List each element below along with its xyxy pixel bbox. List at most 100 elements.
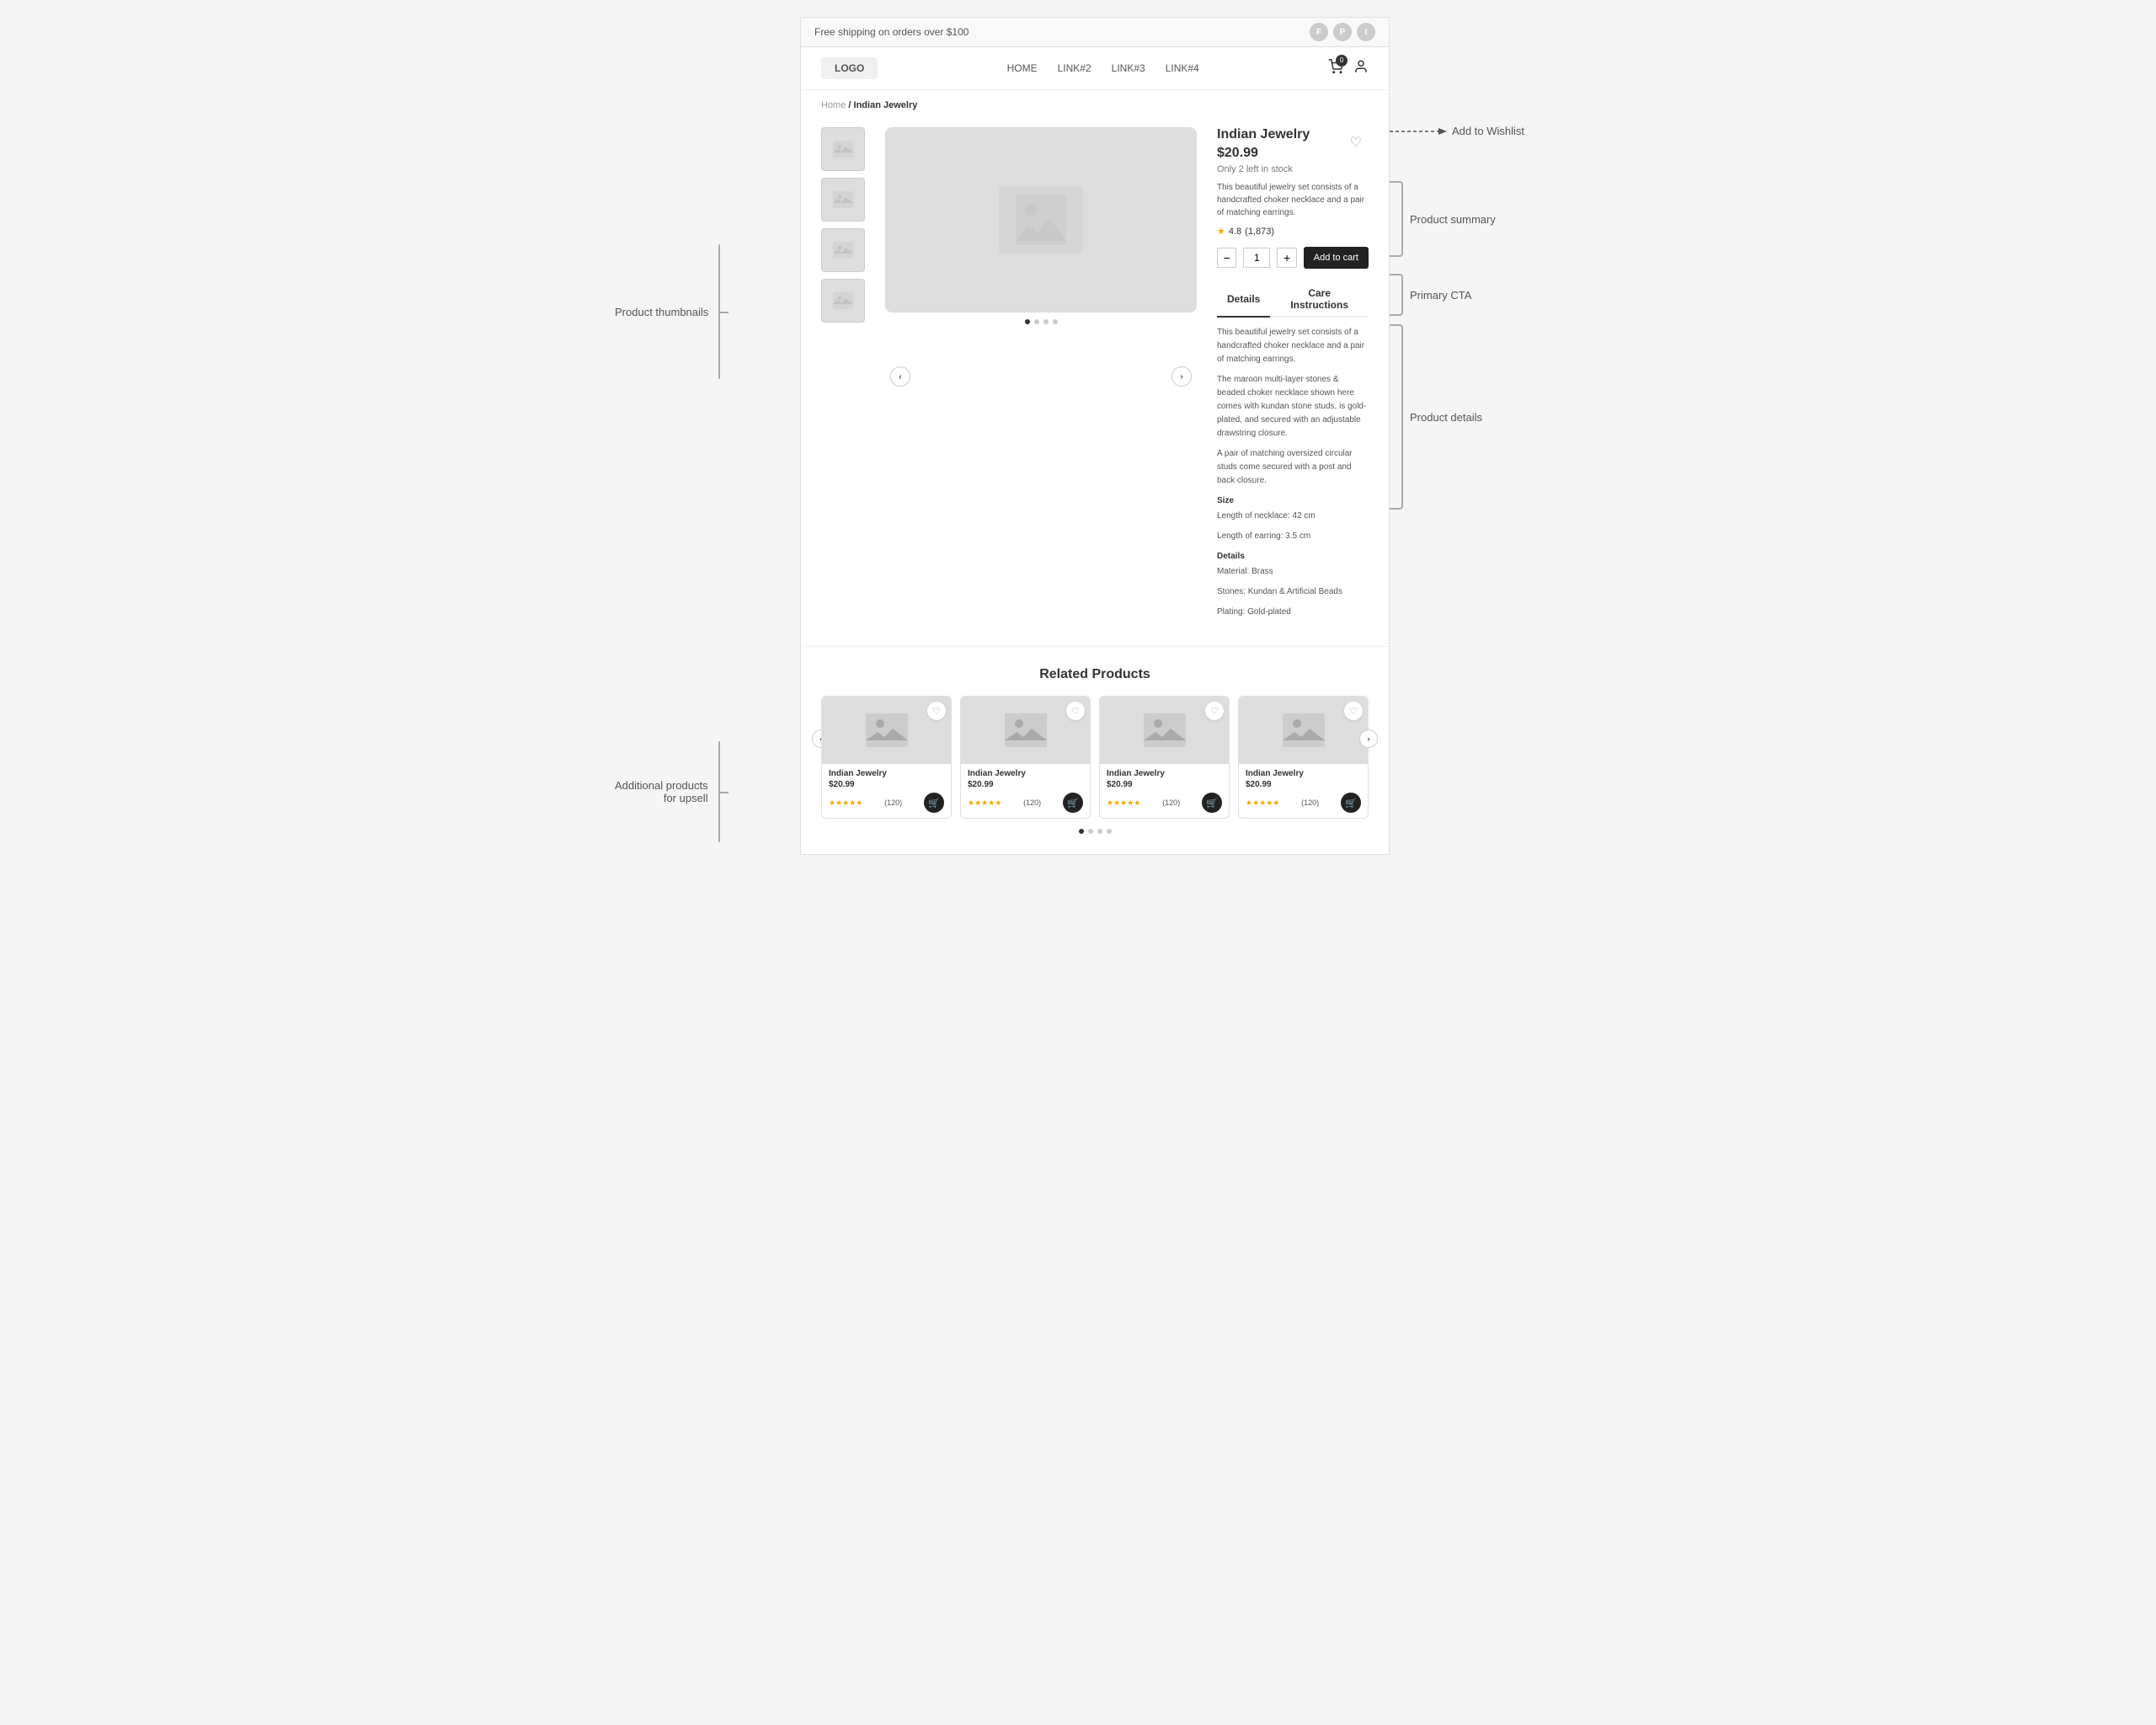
related-dots bbox=[821, 829, 1369, 834]
quantity-decrease-button[interactable]: − bbox=[1217, 248, 1236, 268]
breadcrumb: Home / Indian Jewelry bbox=[801, 90, 1389, 120]
card-name-4: Indian Jewelry bbox=[1246, 769, 1361, 778]
card-body-4: Indian Jewelry $20.99 ★★★★★ (120) 🛒 bbox=[1239, 764, 1368, 818]
card-wishlist-3[interactable]: ♡ bbox=[1205, 702, 1224, 720]
product-tabs-section: Details Care Instructions This beautiful… bbox=[1217, 282, 1369, 619]
size-label: Size bbox=[1217, 494, 1369, 508]
thumbnail-3[interactable] bbox=[821, 228, 865, 272]
add-to-cart-button[interactable]: Add to cart bbox=[1304, 247, 1369, 269]
store: Free shipping on orders over $100 F P I … bbox=[800, 17, 1390, 855]
card-name-2: Indian Jewelry bbox=[968, 769, 1083, 778]
related-dot-1[interactable] bbox=[1079, 829, 1084, 834]
product-details-label: Product details bbox=[1410, 411, 1482, 424]
breadcrumb-home[interactable]: Home bbox=[821, 100, 846, 110]
related-dot-4[interactable] bbox=[1107, 829, 1112, 834]
nav-link-4[interactable]: LINK#4 bbox=[1166, 62, 1199, 74]
related-next-button[interactable]: › bbox=[1359, 729, 1378, 748]
card-name-3: Indian Jewelry bbox=[1107, 769, 1222, 778]
card-rating-1: ★★★★★ (120) 🛒 bbox=[829, 793, 944, 813]
nav-item-link2[interactable]: LINK#2 bbox=[1058, 61, 1091, 76]
stones: Stones: Kundan & Artificial Beads bbox=[1217, 585, 1369, 599]
related-product-card-3: ♡ Indian Jewelry $20.99 ★★★★★ (120) 🛒 bbox=[1099, 696, 1230, 819]
related-product-card-4: ♡ Indian Jewelry $20.99 ★★★★★ (120) 🛒 bbox=[1238, 696, 1369, 819]
wishlist-annotation-wrap: Add to Wishlist bbox=[1390, 125, 1524, 137]
product-summary-annotation: Product summary bbox=[1390, 181, 1496, 257]
nav-link-2[interactable]: LINK#2 bbox=[1058, 62, 1091, 74]
left-annotations: Product thumbnails Additional productsfo… bbox=[615, 17, 800, 1708]
earring-length: Length of earring: 3.5 cm bbox=[1217, 530, 1369, 543]
card-name-1: Indian Jewelry bbox=[829, 769, 944, 778]
cta-brace bbox=[1390, 274, 1403, 316]
dot-2[interactable] bbox=[1034, 319, 1039, 324]
breadcrumb-separator: / bbox=[848, 100, 851, 110]
tab-details[interactable]: Details bbox=[1217, 282, 1270, 318]
card-cart-button-4[interactable]: 🛒 bbox=[1341, 793, 1361, 813]
card-count-1: (120) bbox=[884, 798, 902, 807]
dot-3[interactable] bbox=[1043, 319, 1049, 324]
nav-item-home[interactable]: HOME bbox=[1007, 61, 1038, 76]
quantity-increase-button[interactable]: + bbox=[1277, 248, 1296, 268]
dot-4[interactable] bbox=[1053, 319, 1058, 324]
nav-links: HOME LINK#2 LINK#3 LINK#4 bbox=[1007, 61, 1199, 76]
image-prev-button[interactable]: ‹ bbox=[890, 366, 910, 387]
card-count-4: (120) bbox=[1301, 798, 1319, 807]
card-cart-button-3[interactable]: 🛒 bbox=[1202, 793, 1222, 813]
thumbnail-4[interactable] bbox=[821, 279, 865, 323]
dot-1[interactable] bbox=[1025, 319, 1030, 324]
card-cart-button-1[interactable]: 🛒 bbox=[924, 793, 944, 813]
facebook-icon[interactable]: F bbox=[1310, 23, 1328, 41]
instagram-icon[interactable]: I bbox=[1357, 23, 1375, 41]
pinterest-icon[interactable]: P bbox=[1333, 23, 1352, 41]
card-body-2: Indian Jewelry $20.99 ★★★★★ (120) 🛒 bbox=[961, 764, 1090, 818]
product-thumbnails bbox=[821, 127, 865, 626]
necklace-length: Length of necklace: 42 cm bbox=[1217, 510, 1369, 523]
related-dot-3[interactable] bbox=[1097, 829, 1102, 834]
nav-item-link4[interactable]: LINK#4 bbox=[1166, 61, 1199, 76]
card-wishlist-1[interactable]: ♡ bbox=[927, 702, 946, 720]
product-summary-label: Product summary bbox=[1410, 213, 1496, 226]
wishlist-annotation-text: Add to Wishlist bbox=[1452, 125, 1524, 137]
upsell-annotation: Additional productsfor upsell bbox=[615, 741, 720, 842]
top-banner: Free shipping on orders over $100 F P I bbox=[801, 18, 1389, 47]
card-rating-4: ★★★★★ (120) 🛒 bbox=[1246, 793, 1361, 813]
main-image-wrap: ‹ › bbox=[885, 127, 1197, 626]
card-rating-2: ★★★★★ (120) 🛒 bbox=[968, 793, 1083, 813]
related-product-card-1: ♡ Indian Jewelry $20.99 ★★★★★ (120) 🛒 bbox=[821, 696, 952, 819]
card-count-2: (120) bbox=[1023, 798, 1041, 807]
tab-care-instructions[interactable]: Care Instructions bbox=[1270, 282, 1369, 318]
related-product-card-2: ♡ Indian Jewelry $20.99 ★★★★★ (120) 🛒 bbox=[960, 696, 1091, 819]
image-dots bbox=[885, 319, 1197, 324]
card-stars-4: ★★★★★ bbox=[1246, 798, 1279, 808]
cart-icon-wrap[interactable]: 0 bbox=[1328, 59, 1343, 78]
card-count-3: (120) bbox=[1162, 798, 1180, 807]
logo-button[interactable]: LOGO bbox=[821, 57, 878, 79]
card-wishlist-4[interactable]: ♡ bbox=[1344, 702, 1363, 720]
wishlist-button[interactable]: ♡ bbox=[1350, 134, 1362, 151]
quantity-input[interactable] bbox=[1243, 248, 1270, 268]
summary-brace bbox=[1390, 181, 1403, 257]
quantity-row: − + Add to cart bbox=[1217, 247, 1369, 269]
image-next-button[interactable]: › bbox=[1171, 366, 1192, 387]
card-price-1: $20.99 bbox=[829, 780, 944, 789]
tab-content: This beautiful jewelry set consists of a… bbox=[1217, 326, 1369, 619]
user-icon[interactable] bbox=[1353, 59, 1369, 78]
card-wishlist-2[interactable]: ♡ bbox=[1066, 702, 1085, 720]
nav-link-3[interactable]: LINK#3 bbox=[1112, 62, 1145, 74]
primary-cta-label: Primary CTA bbox=[1410, 289, 1471, 302]
related-products-section: Related Products ‹ bbox=[801, 646, 1389, 854]
right-annotations: Add to Wishlist Product summary Primary … bbox=[1390, 17, 1541, 1708]
card-body-1: Indian Jewelry $20.99 ★★★★★ (120) 🛒 bbox=[822, 764, 951, 818]
product-title: Indian Jewelry bbox=[1217, 127, 1369, 142]
card-price-3: $20.99 bbox=[1107, 780, 1222, 789]
product-rating: ★ 4.8 (1,873) bbox=[1217, 226, 1369, 237]
related-products-wrap: ‹ ♡ bbox=[821, 696, 1369, 819]
thumbnails-annotation: Product thumbnails bbox=[615, 244, 720, 379]
nav-item-link3[interactable]: LINK#3 bbox=[1112, 61, 1145, 76]
card-cart-button-2[interactable]: 🛒 bbox=[1063, 793, 1083, 813]
related-products-grid: ♡ Indian Jewelry $20.99 ★★★★★ (120) 🛒 bbox=[821, 696, 1369, 819]
nav-link-home[interactable]: HOME bbox=[1007, 62, 1038, 74]
related-dot-2[interactable] bbox=[1088, 829, 1093, 834]
thumbnail-1[interactable] bbox=[821, 127, 865, 171]
product-section: ‹ › ♡ Indian Jewelry $20.99 Only 2 left … bbox=[801, 120, 1389, 646]
thumbnail-2[interactable] bbox=[821, 178, 865, 222]
